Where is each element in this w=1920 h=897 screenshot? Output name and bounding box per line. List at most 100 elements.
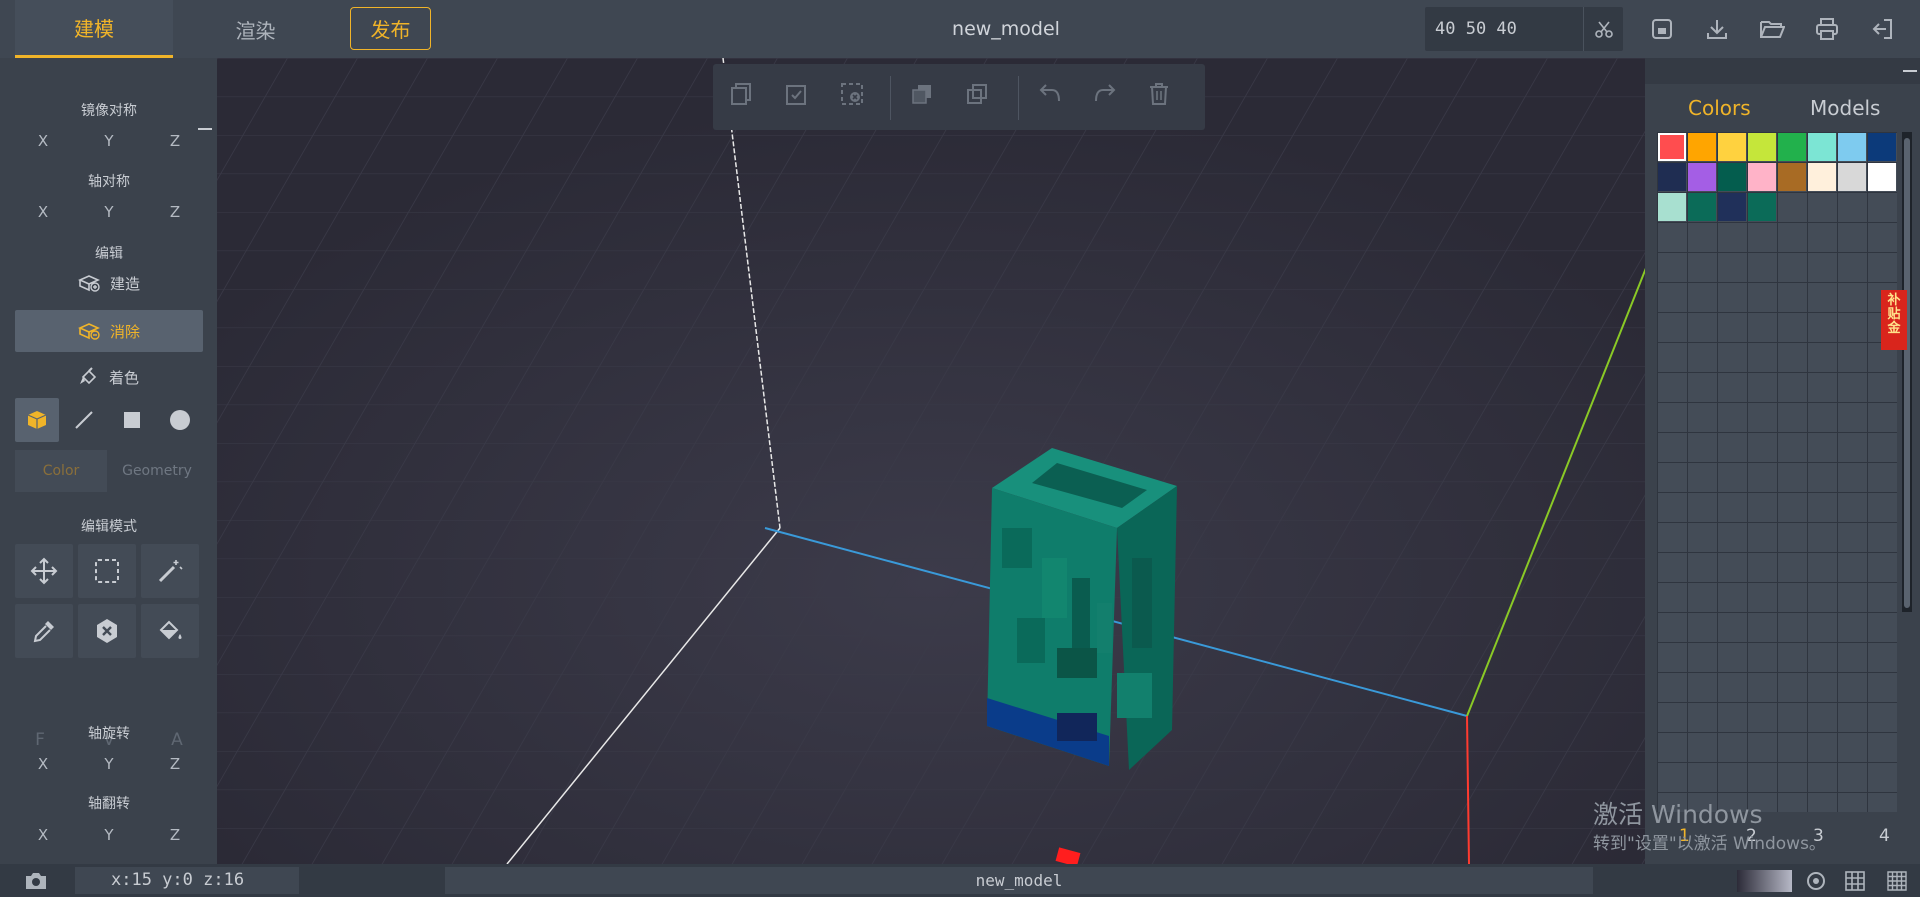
folder-open-icon[interactable] <box>1757 14 1787 44</box>
magic-wand-icon[interactable] <box>141 544 199 598</box>
axis-rotate-axes: X Y Z <box>10 750 208 778</box>
tab-models[interactable]: Models <box>1810 96 1880 120</box>
edit-mode-title: 编辑模式 <box>81 519 137 535</box>
build-icon <box>78 275 100 292</box>
left-panel: 镜像对称 X Y Z 轴对称 X Y Z 编辑 建造 消除 着色 Color G… <box>0 58 217 864</box>
circle-icon[interactable] <box>158 398 202 442</box>
build-label: 建造 <box>109 274 140 293</box>
edit-toolbar <box>713 64 1205 130</box>
target-icon[interactable] <box>1803 868 1829 894</box>
paint-brush-icon <box>79 367 97 385</box>
build-button[interactable]: 建造 <box>15 262 203 304</box>
publish-button[interactable]: 发布 <box>350 7 431 50</box>
3d-viewport[interactable] <box>217 58 1645 864</box>
eyedropper-icon[interactable] <box>15 604 73 658</box>
axis-flip-axes: X Y Z <box>10 821 208 849</box>
grid-icon[interactable] <box>1842 868 1868 894</box>
trash-icon[interactable] <box>1148 82 1178 112</box>
cube-icon[interactable] <box>15 398 59 442</box>
ungroup-icon[interactable] <box>965 82 995 112</box>
mirror-y[interactable]: Y <box>76 127 142 155</box>
axis-rotate-title: 轴旋转 <box>88 726 130 742</box>
color-swatch[interactable] <box>1748 163 1776 191</box>
scene-canvas[interactable] <box>217 58 1645 864</box>
color-swatch[interactable] <box>1868 163 1896 191</box>
mirror-x[interactable]: X <box>10 127 76 155</box>
flip-x[interactable]: X <box>10 821 76 849</box>
tab-render[interactable]: 渲染 <box>178 0 333 58</box>
fill-bucket-icon[interactable] <box>141 604 199 658</box>
scissors-icon[interactable] <box>1583 7 1623 51</box>
color-swatch[interactable] <box>1838 133 1866 161</box>
move-icon[interactable] <box>15 544 73 598</box>
background-gradient-swatch[interactable] <box>1737 870 1792 892</box>
color-swatch[interactable] <box>1658 193 1686 221</box>
color-swatch[interactable] <box>1868 133 1896 161</box>
color-swatch[interactable] <box>1748 193 1776 221</box>
color-swatch[interactable] <box>1808 163 1836 191</box>
right-panel-header <box>1645 58 1920 84</box>
undo-icon[interactable] <box>1038 82 1068 112</box>
color-swatch[interactable] <box>1688 193 1716 221</box>
model-title: new_model <box>952 18 1060 40</box>
axis-sym-x[interactable]: X <box>10 198 76 226</box>
color-swatch[interactable] <box>1718 133 1746 161</box>
color-swatch[interactable] <box>1718 193 1746 221</box>
color-swatch[interactable] <box>1658 133 1686 161</box>
color-swatch[interactable] <box>1658 163 1686 191</box>
voxel-model[interactable] <box>987 448 1177 770</box>
color-swatch[interactable] <box>1808 133 1836 161</box>
dimensions-field[interactable]: 40 50 40 <box>1425 7 1623 51</box>
line-icon[interactable] <box>62 398 106 442</box>
color-swatch[interactable] <box>1688 133 1716 161</box>
tab-model[interactable]: 建模 <box>15 0 173 58</box>
select-box-icon[interactable] <box>78 544 136 598</box>
paste-icon[interactable] <box>785 82 815 112</box>
windows-activation-subtitle: 转到"设置"以激活 Windows。 <box>1593 834 1826 854</box>
rotate-y[interactable]: Y <box>76 750 142 778</box>
flip-z[interactable]: Z <box>142 821 208 849</box>
dense-grid-icon[interactable] <box>1884 868 1910 894</box>
geometry-mode-tab[interactable]: Geometry <box>111 450 203 492</box>
color-mode-tab[interactable]: Color <box>15 450 107 492</box>
palette-scrollbar-thumb[interactable] <box>1904 138 1910 608</box>
copy-icon[interactable] <box>730 82 760 112</box>
dimensions-value[interactable]: 40 50 40 <box>1435 7 1517 51</box>
redo-icon[interactable] <box>1093 82 1123 112</box>
color-swatch[interactable] <box>1838 163 1866 191</box>
subsidy-badge[interactable]: 补贴金 <box>1881 290 1907 350</box>
square-icon[interactable] <box>110 398 154 442</box>
mirror-z[interactable]: Z <box>142 127 208 155</box>
left-panel-content: 镜像对称 X Y Z 轴对称 X Y Z 编辑 建造 消除 着色 Color G… <box>10 58 208 864</box>
save-icon[interactable] <box>1647 14 1677 44</box>
status-model-name: new_model <box>445 867 1593 894</box>
delete-hex-icon[interactable] <box>78 604 136 658</box>
top-bar: 建模 渲染 发布 new_model 40 50 40 <box>0 0 1920 58</box>
color-swatch[interactable] <box>1718 163 1746 191</box>
axis-sym-title: 轴对称 <box>88 174 130 190</box>
color-swatch[interactable] <box>1778 133 1806 161</box>
color-swatch[interactable] <box>1748 133 1776 161</box>
rotate-z[interactable]: Z <box>142 750 208 778</box>
group-icon[interactable] <box>910 82 940 112</box>
camera-icon[interactable] <box>23 868 49 894</box>
exit-icon[interactable] <box>1867 14 1897 44</box>
download-icon[interactable] <box>1702 14 1732 44</box>
flip-y[interactable]: Y <box>76 821 142 849</box>
color-swatch[interactable] <box>1778 163 1806 191</box>
paint-button[interactable]: 着色 <box>15 356 203 398</box>
right-collapse-icon[interactable] <box>1903 70 1917 72</box>
page-4[interactable]: 4 <box>1879 826 1890 846</box>
axis-sym-y[interactable]: Y <box>76 198 142 226</box>
axis-sym-z[interactable]: Z <box>142 198 208 226</box>
status-bar: x:15 y:0 z:16 new_model <box>0 864 1920 897</box>
rotate-x[interactable]: X <box>10 750 76 778</box>
floor-grid <box>217 58 1645 864</box>
print-icon[interactable] <box>1812 14 1842 44</box>
erase-icon <box>78 323 100 340</box>
color-palette-grid[interactable] <box>1657 132 1897 812</box>
tab-colors[interactable]: Colors <box>1688 96 1751 120</box>
color-swatch[interactable] <box>1688 163 1716 191</box>
deselect-icon[interactable] <box>840 82 870 112</box>
erase-button[interactable]: 消除 <box>15 310 203 352</box>
